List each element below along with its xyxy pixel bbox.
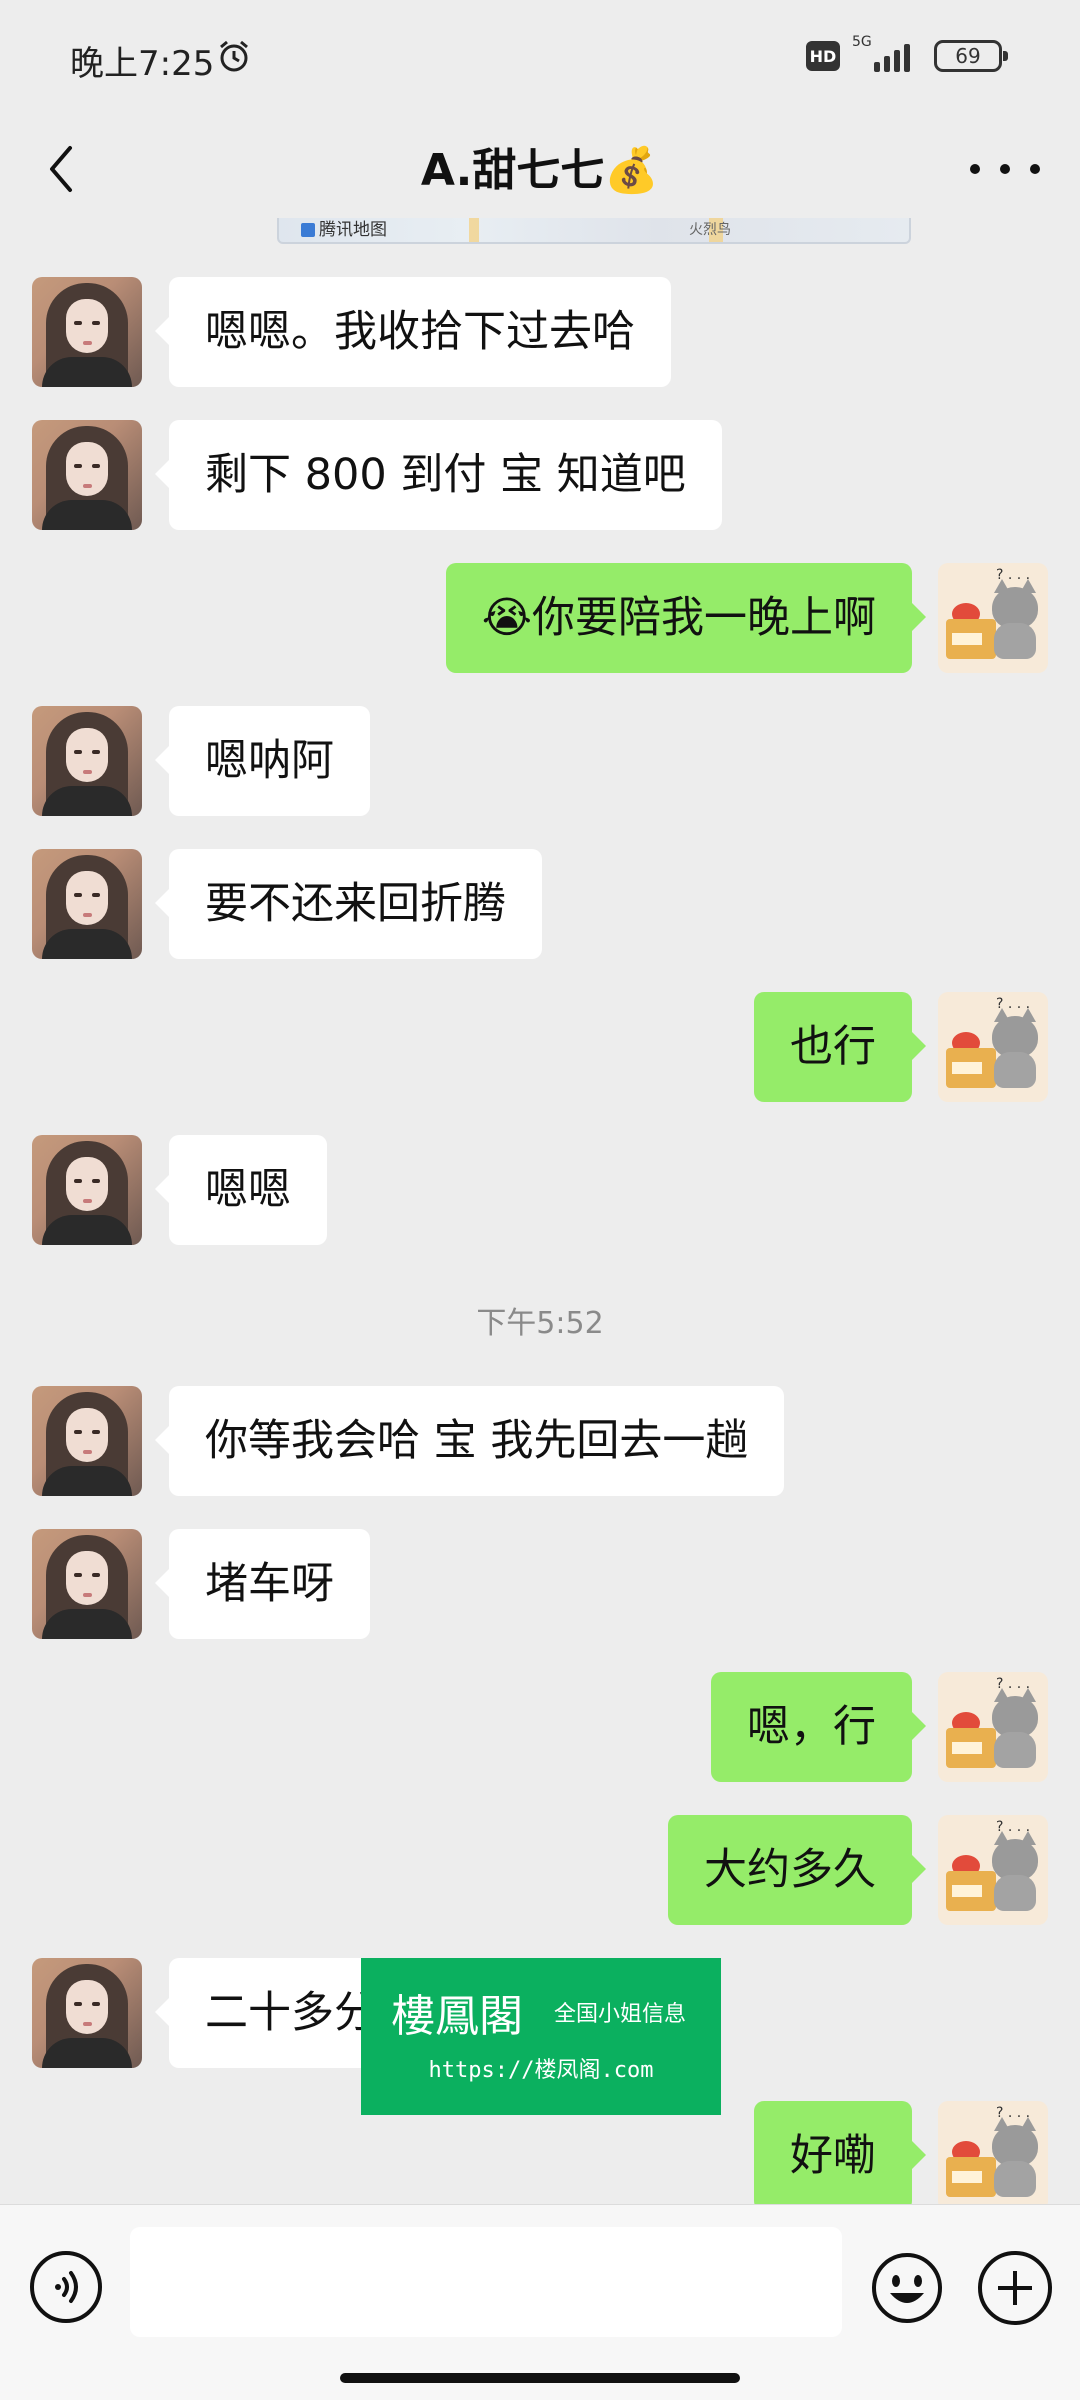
message-bubble-sent[interactable]: 嗯，行 (711, 1672, 926, 1782)
home-indicator[interactable] (340, 2373, 740, 2383)
chat-header: A.甜七七💰 (0, 118, 1080, 218)
my-avatar[interactable]: ? . . . (938, 1672, 1048, 1782)
message-row: 剩下 800 到付 宝 知道吧 (0, 420, 1080, 530)
input-bar (0, 2204, 1080, 2400)
watermark-title: 樓鳳閣 (391, 1991, 523, 2042)
message-bubble-received[interactable]: 嗯嗯 (155, 1135, 327, 1245)
alarm-icon (220, 40, 248, 72)
message-row: 大约多久 ? . . . (0, 1815, 1080, 1925)
signal-icon: 5G (852, 34, 922, 74)
message-bubble-received[interactable]: 嗯呐阿 (155, 706, 370, 816)
message-row: 嗯呐阿 (0, 706, 1080, 816)
map-poi-label: 火烈鸟 (689, 222, 731, 238)
message-row: 嗯，行 ? . . . (0, 1672, 1080, 1782)
message-bubble-sent[interactable]: 😭你要陪我一晚上啊 (445, 563, 927, 673)
my-avatar[interactable]: ? . . . (938, 563, 1048, 673)
network-type: 5G (852, 34, 872, 50)
message-bubble-received[interactable]: 要不还来回折腾 (155, 849, 542, 959)
contact-avatar[interactable] (32, 420, 142, 530)
contact-avatar[interactable] (32, 1529, 142, 1639)
contact-avatar[interactable] (32, 1958, 142, 2068)
message-row: 好嘞 ? . . . (0, 2101, 1080, 2211)
message-row: 也行 ? . . . (0, 992, 1080, 1102)
status-bar: 晚上7:25 HD 5G 69 (0, 0, 1080, 118)
battery-level: 69 (955, 44, 981, 68)
location-card-preview[interactable]: 腾讯地图 火烈鸟 (277, 218, 911, 244)
my-avatar[interactable]: ? . . . (938, 2101, 1048, 2211)
voice-input-icon[interactable] (30, 2251, 102, 2323)
emoji-icon[interactable] (870, 2251, 944, 2325)
watermark-url: https://楼凤阁.com (428, 2058, 654, 2083)
message-bubble-sent[interactable]: 也行 (754, 992, 926, 1102)
contact-avatar[interactable] (32, 1135, 142, 1245)
message-input[interactable] (130, 2227, 842, 2337)
message-bubble-received[interactable]: 嗯嗯。我收拾下过去哈 (155, 277, 671, 387)
message-row: 嗯嗯 (0, 1135, 1080, 1245)
hd-icon: HD (806, 41, 840, 71)
more-options-icon[interactable] (970, 144, 1040, 194)
chat-screen: 晚上7:25 HD 5G 69 A.甜七七💰 腾讯地图 火烈鸟 嗯嗯。我收拾下过… (0, 0, 1080, 2400)
contact-avatar[interactable] (32, 1386, 142, 1496)
message-row: 嗯嗯。我收拾下过去哈 (0, 277, 1080, 387)
my-avatar[interactable]: ? . . . (938, 992, 1048, 1102)
contact-avatar[interactable] (32, 849, 142, 959)
chat-title: A.甜七七💰 (420, 145, 660, 196)
message-row: 你等我会哈 宝 我先回去一趟 (0, 1386, 1080, 1496)
watermark-subtitle: 全国小姐信息 (554, 2002, 687, 2027)
message-row: 要不还来回折腾 (0, 849, 1080, 959)
battery-icon: 69 (934, 40, 1008, 72)
status-right-group: HD 5G 69 (806, 34, 1008, 74)
time-separator: 下午5:52 (476, 1306, 604, 1341)
message-bubble-received[interactable]: 堵车呀 (155, 1529, 370, 1639)
add-attachment-icon[interactable] (978, 2251, 1052, 2325)
status-time: 晚上7:25 (70, 44, 215, 84)
message-bubble-received[interactable]: 你等我会哈 宝 我先回去一趟 (154, 1386, 785, 1496)
message-bubble-sent[interactable]: 好嘞 (754, 2101, 926, 2211)
message-row: 😭你要陪我一晚上啊 ? . . . (0, 563, 1080, 673)
contact-avatar[interactable] (32, 706, 142, 816)
message-bubble-received[interactable]: 剩下 800 到付 宝 知道吧 (155, 420, 722, 530)
map-provider-label: 腾讯地图 (301, 218, 387, 242)
message-bubble-sent[interactable]: 大约多久 (668, 1815, 926, 1925)
watermark-overlay: 樓鳳閣 全国小姐信息 https://楼凤阁.com (361, 1958, 721, 2115)
message-row: 堵车呀 (0, 1529, 1080, 1639)
contact-avatar[interactable] (32, 277, 142, 387)
my-avatar[interactable]: ? . . . (938, 1815, 1048, 1925)
